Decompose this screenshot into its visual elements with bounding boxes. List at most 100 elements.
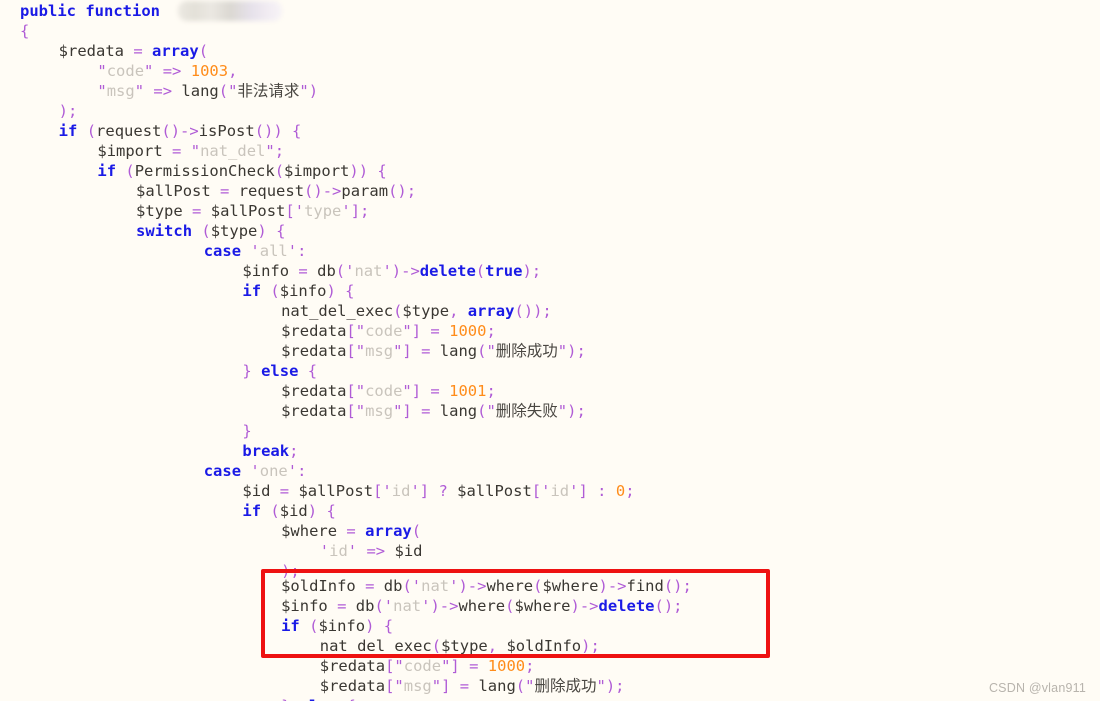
code-token-id: db	[383, 577, 403, 595]
code-token-id: lang	[439, 402, 478, 420]
code-token-var: $type	[441, 637, 488, 655]
code-token-op: =	[192, 202, 202, 220]
code-token-punc: "	[190, 142, 201, 160]
code-token-id: nat_del_exec	[319, 637, 432, 655]
code-token-punc: ();	[388, 182, 417, 200]
code-line: $info = db('nat')->where($where)->delete…	[281, 596, 682, 616]
code-token-punc: (	[125, 162, 135, 180]
code-token-str: type	[304, 202, 342, 220]
code-token-punc: (	[198, 42, 209, 60]
code-token-id	[211, 182, 220, 200]
code-token-id	[160, 2, 169, 20]
code-token-str: nat	[354, 262, 383, 280]
code-token-kw: public	[20, 2, 76, 20]
code-token-id	[300, 617, 309, 635]
code-token-punc: ["	[346, 322, 366, 340]
code-token-kw: switch	[136, 222, 193, 240]
code-token-str: msg	[403, 677, 432, 695]
code-token-num: 1000	[449, 322, 487, 340]
code-token-op: =	[133, 42, 143, 60]
code-token-punc: "	[134, 82, 145, 100]
code-token-id	[143, 42, 152, 60]
code-token-id: isPost	[198, 122, 255, 140]
code-token-op: ->	[439, 597, 459, 615]
code-token-var: $info	[242, 262, 290, 280]
code-token-str: msg	[365, 402, 394, 420]
code-line: $info = db('nat')->delete(true);	[242, 261, 541, 281]
code-line: $id = $allPost['id'] ? $allPost['id'] : …	[242, 481, 634, 501]
code-token-punc: ["	[346, 342, 366, 360]
code-line: break;	[242, 441, 298, 461]
code-token-cjk: 删除失败	[495, 402, 558, 420]
code-token-id	[76, 2, 85, 20]
code-token-punc: ();	[654, 597, 683, 615]
code-token-punc: ')	[449, 577, 468, 595]
code-token-var: $redata	[281, 342, 347, 360]
code-token-var: $oldInfo	[281, 577, 356, 595]
code-token-id	[440, 382, 449, 400]
code-token-cjk: 删除成功	[534, 677, 597, 695]
code-token-punc: ;	[525, 657, 535, 675]
code-line: if ($info) {	[242, 281, 354, 301]
code-token-kw: if	[242, 502, 262, 520]
code-token-id	[124, 42, 133, 60]
code-token-punc: ['	[285, 202, 305, 220]
code-token-punc: ['	[531, 482, 551, 500]
code-token-op: ->	[401, 262, 420, 280]
code-token-punc: }	[242, 362, 252, 380]
code-token-id	[356, 577, 365, 595]
code-token-id	[241, 242, 250, 260]
code-block[interactable]: public function {$redata = array("code" …	[0, 0, 1100, 701]
code-token-str: nat	[421, 577, 450, 595]
code-token-fn: array	[365, 522, 412, 540]
code-line: $redata["code"] = 1000;	[320, 656, 535, 676]
code-token-var: $import	[97, 142, 163, 160]
code-token-fn: delete	[598, 597, 655, 615]
code-token-str: id	[329, 542, 348, 560]
code-token-op: =	[459, 677, 470, 695]
code-token-id	[267, 222, 276, 240]
code-token-id	[430, 342, 439, 360]
code-token-var: $where	[542, 577, 599, 595]
code-token-str: nat_del	[200, 142, 266, 160]
code-token-punc: )	[598, 577, 608, 595]
code-line: nat_del_exec($type, array());	[281, 301, 552, 321]
code-token-fn: delete	[419, 262, 476, 280]
code-token-str: code	[365, 382, 403, 400]
code-token-num: 0	[615, 482, 626, 500]
code-token-id	[346, 597, 355, 615]
code-token-punc: ())	[254, 122, 283, 140]
code-line: } else {	[281, 696, 356, 701]
code-token-num: 1003	[190, 62, 229, 80]
code-token-id	[460, 657, 469, 675]
code-line: case 'one':	[204, 461, 307, 481]
code-token-punc: ");	[557, 342, 586, 360]
csdn-watermark: CSDN @vlan911	[988, 681, 1086, 695]
code-token-str: code	[403, 657, 442, 675]
code-token-punc: ["	[385, 657, 404, 675]
code-token-var: $info	[318, 617, 366, 635]
code-token-id: param	[341, 182, 389, 200]
code-token-punc: "]	[393, 342, 412, 360]
code-token-id	[298, 362, 307, 380]
code-token-punc: ')	[421, 597, 440, 615]
code-token-id	[607, 482, 616, 500]
code-line: $redata = array(	[59, 41, 208, 61]
code-token-punc: "	[97, 82, 107, 100]
code-token-op: ->	[180, 122, 199, 140]
code-token-punc: )	[326, 282, 336, 300]
code-token-id	[588, 482, 597, 500]
code-token-punc: (	[201, 222, 211, 240]
code-line: $where = array(	[281, 521, 421, 541]
code-line: );	[59, 101, 78, 121]
code-token-id	[270, 482, 279, 500]
code-token-id	[252, 362, 261, 380]
code-token-punc: }	[242, 422, 252, 440]
code-token-punc: {	[20, 22, 30, 40]
code-token-punc: (	[270, 502, 280, 520]
code-token-var: $info	[281, 597, 328, 615]
code-line: {	[20, 21, 29, 41]
code-token-punc: ("	[218, 82, 238, 100]
code-token-kw: if	[281, 617, 300, 635]
code-token-var: $allPost	[136, 182, 211, 200]
